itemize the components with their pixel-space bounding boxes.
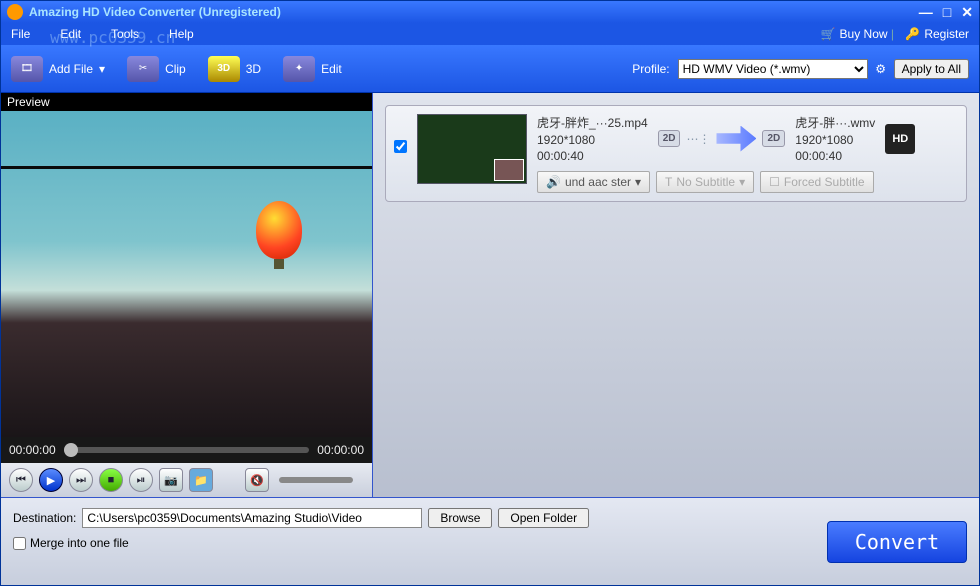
settings-icon[interactable]: ⚙ <box>872 60 890 78</box>
volume-slider[interactable] <box>279 477 353 483</box>
convert-button[interactable]: Convert <box>827 521 967 563</box>
menu-edit[interactable]: Edit <box>60 27 81 41</box>
menu-help[interactable]: Help <box>169 27 194 41</box>
stop-button[interactable]: ■ <box>99 468 123 492</box>
dropdown-icon: ▾ <box>99 62 105 76</box>
prev-button[interactable]: ⏮ <box>9 468 33 492</box>
menu-tools[interactable]: Tools <box>111 27 139 41</box>
window-title: Amazing HD Video Converter (Unregistered… <box>29 5 919 19</box>
text-icon: T <box>665 175 672 189</box>
file-item: 虎牙-胖炸_···25.mp4 1920*1080 00:00:40 2D ⋯⋮… <box>385 105 967 202</box>
balloon-image <box>256 201 302 259</box>
src-duration: 00:00:40 <box>537 149 648 163</box>
register-link[interactable]: 🔑Register <box>905 27 969 41</box>
src-resolution: 1920*1080 <box>537 133 648 147</box>
hd-badge: HD <box>885 124 915 154</box>
time-total: 00:00:00 <box>317 443 364 457</box>
preview-video <box>1 111 372 437</box>
3d-icon: 3D <box>208 56 240 82</box>
play-button[interactable]: ▶ <box>39 468 63 492</box>
step-button[interactable]: ⏯ <box>129 468 153 492</box>
menu-file[interactable]: File <box>11 27 30 41</box>
dst-2d-badge: 2D <box>762 130 785 147</box>
browse-button[interactable]: Browse <box>428 508 492 528</box>
buy-now-link[interactable]: 🛒Buy Now <box>821 27 888 41</box>
dst-resolution: 1920*1080 <box>795 133 875 147</box>
film-icon: 🎞 <box>11 56 43 82</box>
dst-filename: 虎牙-胖···.wmv <box>795 114 875 131</box>
next-button[interactable]: ⏭ <box>69 468 93 492</box>
profile-label: Profile: <box>632 62 669 76</box>
wand-icon: ✦ <box>283 56 315 82</box>
clip-button[interactable]: ✂ Clip <box>127 56 186 82</box>
scissors-icon: ✂ <box>127 56 159 82</box>
maximize-icon[interactable]: □ <box>943 4 951 21</box>
file-thumbnail <box>417 114 527 184</box>
dst-duration: 00:00:40 <box>795 149 875 163</box>
3d-button[interactable]: 3D 3D <box>208 56 261 82</box>
seek-slider[interactable] <box>64 447 310 453</box>
snapshot-button[interactable]: 📷 <box>159 468 183 492</box>
apply-all-button[interactable]: Apply to All <box>894 59 969 79</box>
chevron-down-icon: ▾ <box>739 175 745 189</box>
edit-button[interactable]: ✦ Edit <box>283 56 342 82</box>
merge-label: Merge into one file <box>30 536 129 550</box>
destination-input[interactable] <box>82 508 422 528</box>
chevron-down-icon: ▾ <box>635 175 641 189</box>
open-folder-button[interactable]: Open Folder <box>498 508 589 528</box>
subtitle-button[interactable]: TNo Subtitle▾ <box>656 171 754 193</box>
audio-track-button[interactable]: 🔊und aac ster▾ <box>537 171 650 193</box>
key-icon: 🔑 <box>905 27 920 41</box>
time-current: 00:00:00 <box>9 443 56 457</box>
profile-select[interactable]: HD WMV Video (*.wmv) <box>678 59 868 79</box>
minimize-icon[interactable]: — <box>919 4 933 21</box>
speaker-icon: 🔊 <box>546 175 561 189</box>
close-icon[interactable]: ✕ <box>961 4 973 21</box>
cart-icon: 🛒 <box>821 27 836 41</box>
forced-subtitle-toggle[interactable]: ☐Forced Subtitle <box>760 171 873 193</box>
file-checkbox[interactable] <box>394 140 407 153</box>
dots-icon: ⋯⋮ <box>686 132 710 146</box>
mute-button[interactable]: 🔇 <box>245 468 269 492</box>
app-icon <box>7 4 23 20</box>
destination-label: Destination: <box>13 511 76 525</box>
checkbox-icon: ☐ <box>769 175 780 189</box>
preview-label: Preview <box>1 93 372 111</box>
arrow-icon <box>716 126 756 152</box>
src-filename: 虎牙-胖炸_···25.mp4 <box>537 114 648 131</box>
add-file-button[interactable]: 🎞 Add File ▾ <box>11 56 105 82</box>
src-2d-badge: 2D <box>658 130 681 147</box>
merge-checkbox[interactable] <box>13 537 26 550</box>
folder-button[interactable]: 📁 <box>189 468 213 492</box>
